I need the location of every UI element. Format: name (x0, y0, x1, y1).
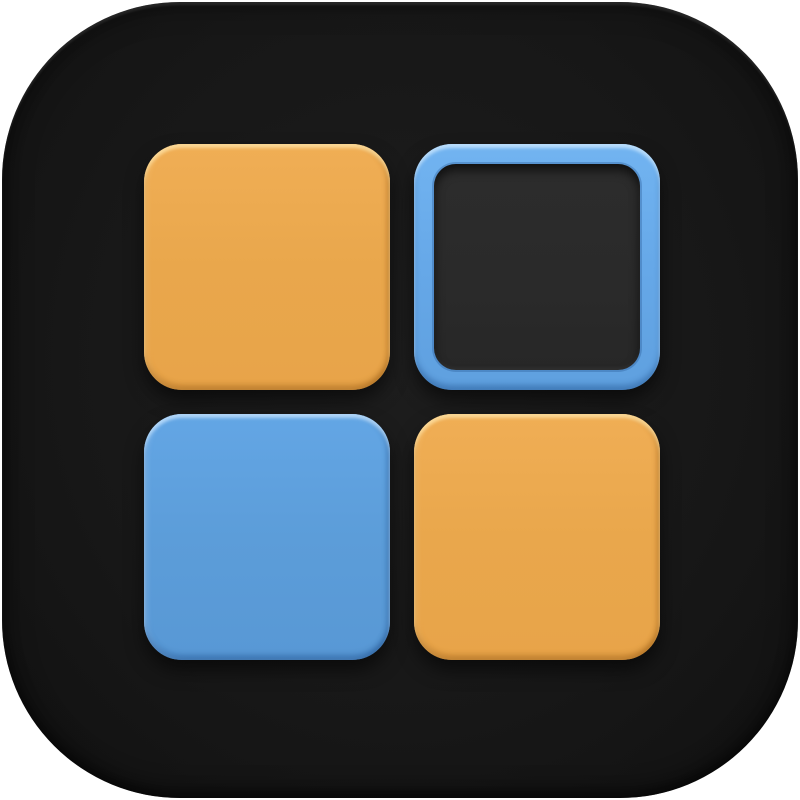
app-icon-canvas (0, 0, 800, 800)
orange-tile-bottom-right (414, 414, 660, 660)
grid-app-icon[interactable] (2, 2, 798, 798)
blue-outline-tile-top-right (414, 144, 660, 390)
blue-tile-bottom-left (144, 414, 390, 660)
tile-inner-dark (434, 164, 640, 370)
orange-tile-top-left (144, 144, 390, 390)
